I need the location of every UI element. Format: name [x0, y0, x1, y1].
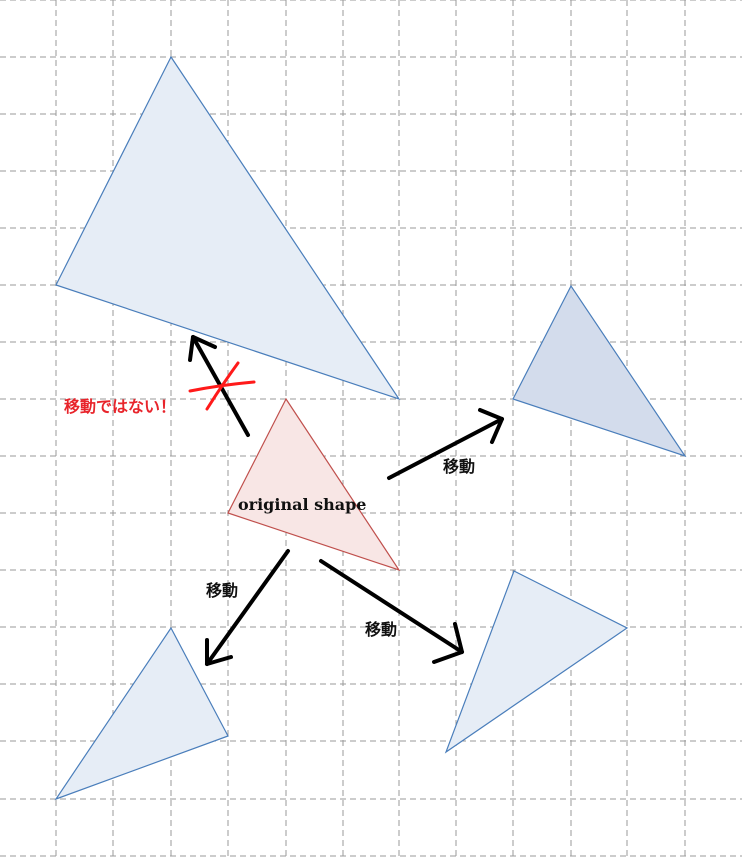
not-move-label: 移動ではない！ — [64, 397, 176, 416]
upper-right-triangle — [512, 284, 687, 458]
diagram-canvas: original shape 移動 移動 移動 移動ではない！ — [0, 0, 742, 858]
arrow-to-lower-left — [205, 549, 290, 666]
move-label-lower-right: 移動 — [365, 620, 397, 639]
lower-left-triangle — [54, 626, 229, 801]
original-shape-label: original shape — [238, 495, 366, 514]
enlarged-triangle — [55, 55, 401, 401]
move-label-lower-left: 移動 — [206, 581, 238, 600]
move-label-upper-right: 移動 — [443, 457, 475, 476]
cross-mark — [188, 361, 256, 411]
arrow-to-lower-right — [319, 559, 464, 664]
lower-right-triangle — [444, 570, 629, 754]
original-triangle — [227, 397, 401, 572]
